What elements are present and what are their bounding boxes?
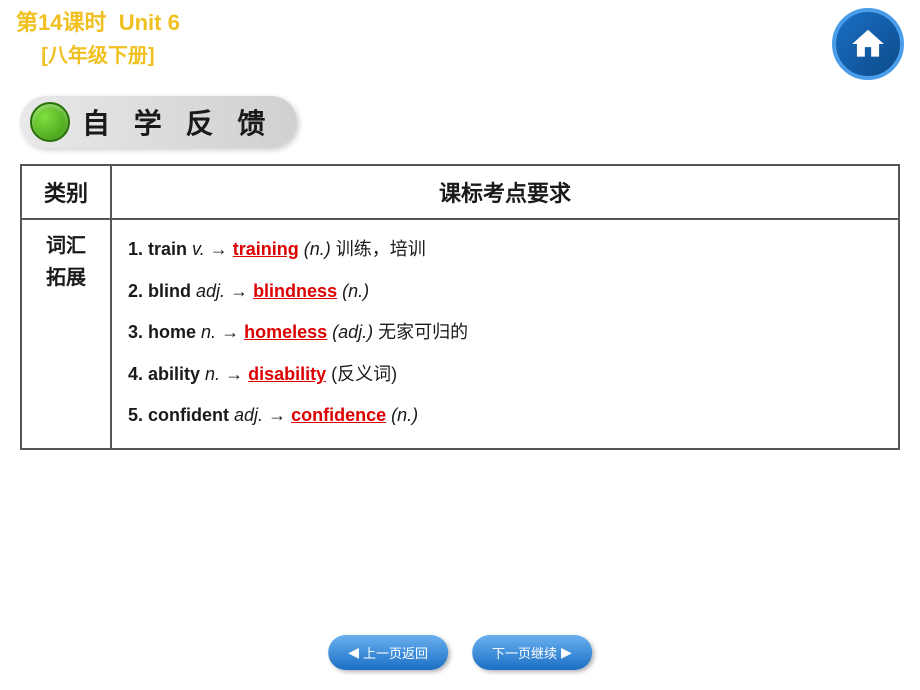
category-cell: 词汇拓展 [21,219,111,449]
list-item: 5. confident adj. → confidence (n.) [128,396,882,436]
bottom-nav: ◀ 上一页返回 下一页继续 ▶ [328,635,592,670]
grade-label: [八年级下册] [16,39,180,68]
lesson-label: 第14课时 [16,10,106,35]
home-icon [849,25,887,63]
answer-3: homeless [244,322,327,342]
list-item: 2. blind adj. → blindness (n.) [128,272,882,312]
prev-button[interactable]: ◀ 上一页返回 [328,635,448,670]
content-cell: 1. train v. → training (n.) 训练，培训 2. bli… [111,219,899,449]
next-label: 下一页继续 [492,643,557,662]
next-button[interactable]: 下一页继续 ▶ [472,635,592,670]
prev-arrow-icon: ◀ [348,644,359,661]
green-indicator [30,102,70,142]
main-table: 类别 课标考点要求 词汇拓展 1. train v. → training (n… [20,164,900,450]
banner-text: 自 学 反 馈 [82,102,273,142]
category-label: 词汇拓展 [46,235,86,289]
table-col1-header: 类别 [21,165,111,219]
header-title-block: 第14课时 Unit 6 [八年级下册] [16,8,180,68]
self-study-banner: 自 学 反 馈 [20,96,297,148]
list-item: 3. home n. → homeless (adj.) 无家可归的 [128,313,882,353]
table-row-vocab: 词汇拓展 1. train v. → training (n.) 训练，培训 2… [21,219,899,449]
list-item: 1. train v. → training (n.) 训练，培训 [128,230,882,270]
next-arrow-icon: ▶ [561,644,572,661]
answer-1: training [233,239,299,259]
table-col2-header: 课标考点要求 [111,165,899,219]
answer-5: confidence [291,405,386,425]
prev-label: 上一页返回 [363,643,428,662]
list-item: 4. ability n. → disability (反义词) [128,355,882,395]
unit-label: Unit 6 [119,10,180,35]
header: 第14课时 Unit 6 [八年级下册] [0,0,920,84]
home-button[interactable] [832,8,904,80]
answer-2: blindness [253,281,337,301]
answer-4: disability [248,364,326,384]
lesson-title: 第14课时 Unit 6 [16,8,180,39]
